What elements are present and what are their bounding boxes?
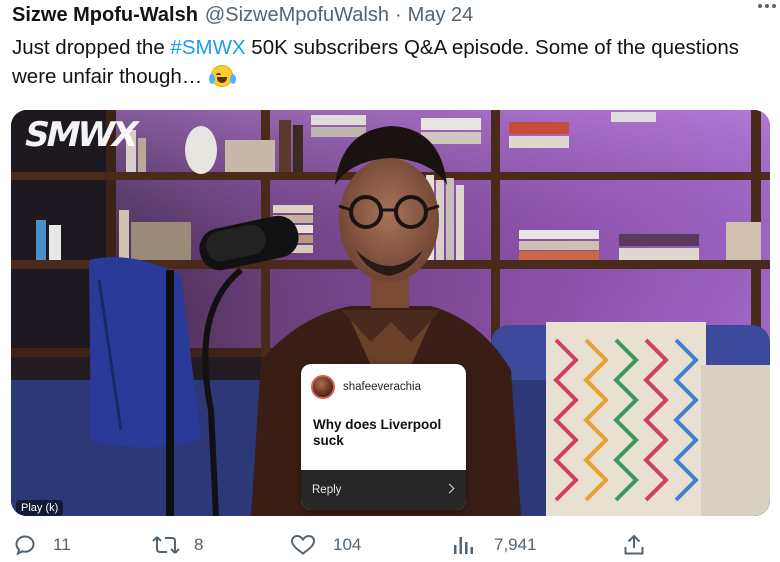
like-button[interactable]: 104 [290,530,361,560]
tweet-timestamp[interactable]: May 24 [408,4,474,27]
asker-avatar [311,375,335,399]
retweet-icon [152,536,180,554]
views-chart-icon [454,537,473,554]
chevron-right-icon [444,483,455,494]
play-tooltip: Play (k) [16,500,64,516]
view-count: 7,941 [494,535,537,554]
question-reply-bar: Reply [301,470,466,510]
tweet: Sizwe Mpofu-Walsh @SizweMpofuWalsh · May… [0,0,780,562]
heart-icon [290,534,316,555]
like-count: 104 [333,535,362,554]
hashtag-link[interactable]: #SMWX [170,36,245,59]
more-options-icon[interactable] [758,4,776,8]
tweet-text-start: Just dropped the [12,36,171,59]
question-sticker: shafeeverachia Why does Liverpool suck R… [301,364,466,510]
views-button[interactable]: 7,941 [452,530,537,560]
share-icon [624,534,644,555]
tweet-text: Just dropped the #SMWX 50K subscribers Q… [12,33,762,91]
reply-icon [15,535,35,556]
tears-of-joy-emoji-icon [209,65,237,87]
author-name[interactable]: Sizwe Mpofu-Walsh [12,4,198,27]
author-handle[interactable]: @SizweMpofuWalsh [205,4,389,27]
question-author: shafeeverachia [301,364,466,402]
retweet-count: 8 [194,535,204,554]
tweet-actions: 11 8 104 7,941 [0,530,780,562]
question-text: Why does Liverpool suck [313,417,442,448]
reply-label: Reply [312,484,342,496]
separator-dot: · [394,3,402,26]
video-player[interactable]: SMWX shafeeverachia Why does Liverpool s… [11,110,770,516]
retweet-button[interactable]: 8 [151,530,203,560]
reply-count: 11 [53,535,71,554]
reply-button[interactable]: 11 [13,530,71,560]
tweet-header: Sizwe Mpofu-Walsh @SizweMpofuWalsh · May… [12,2,768,28]
asker-username: shafeeverachia [343,381,421,393]
share-button[interactable] [622,530,646,560]
smwx-logo: SMWX [20,115,140,155]
